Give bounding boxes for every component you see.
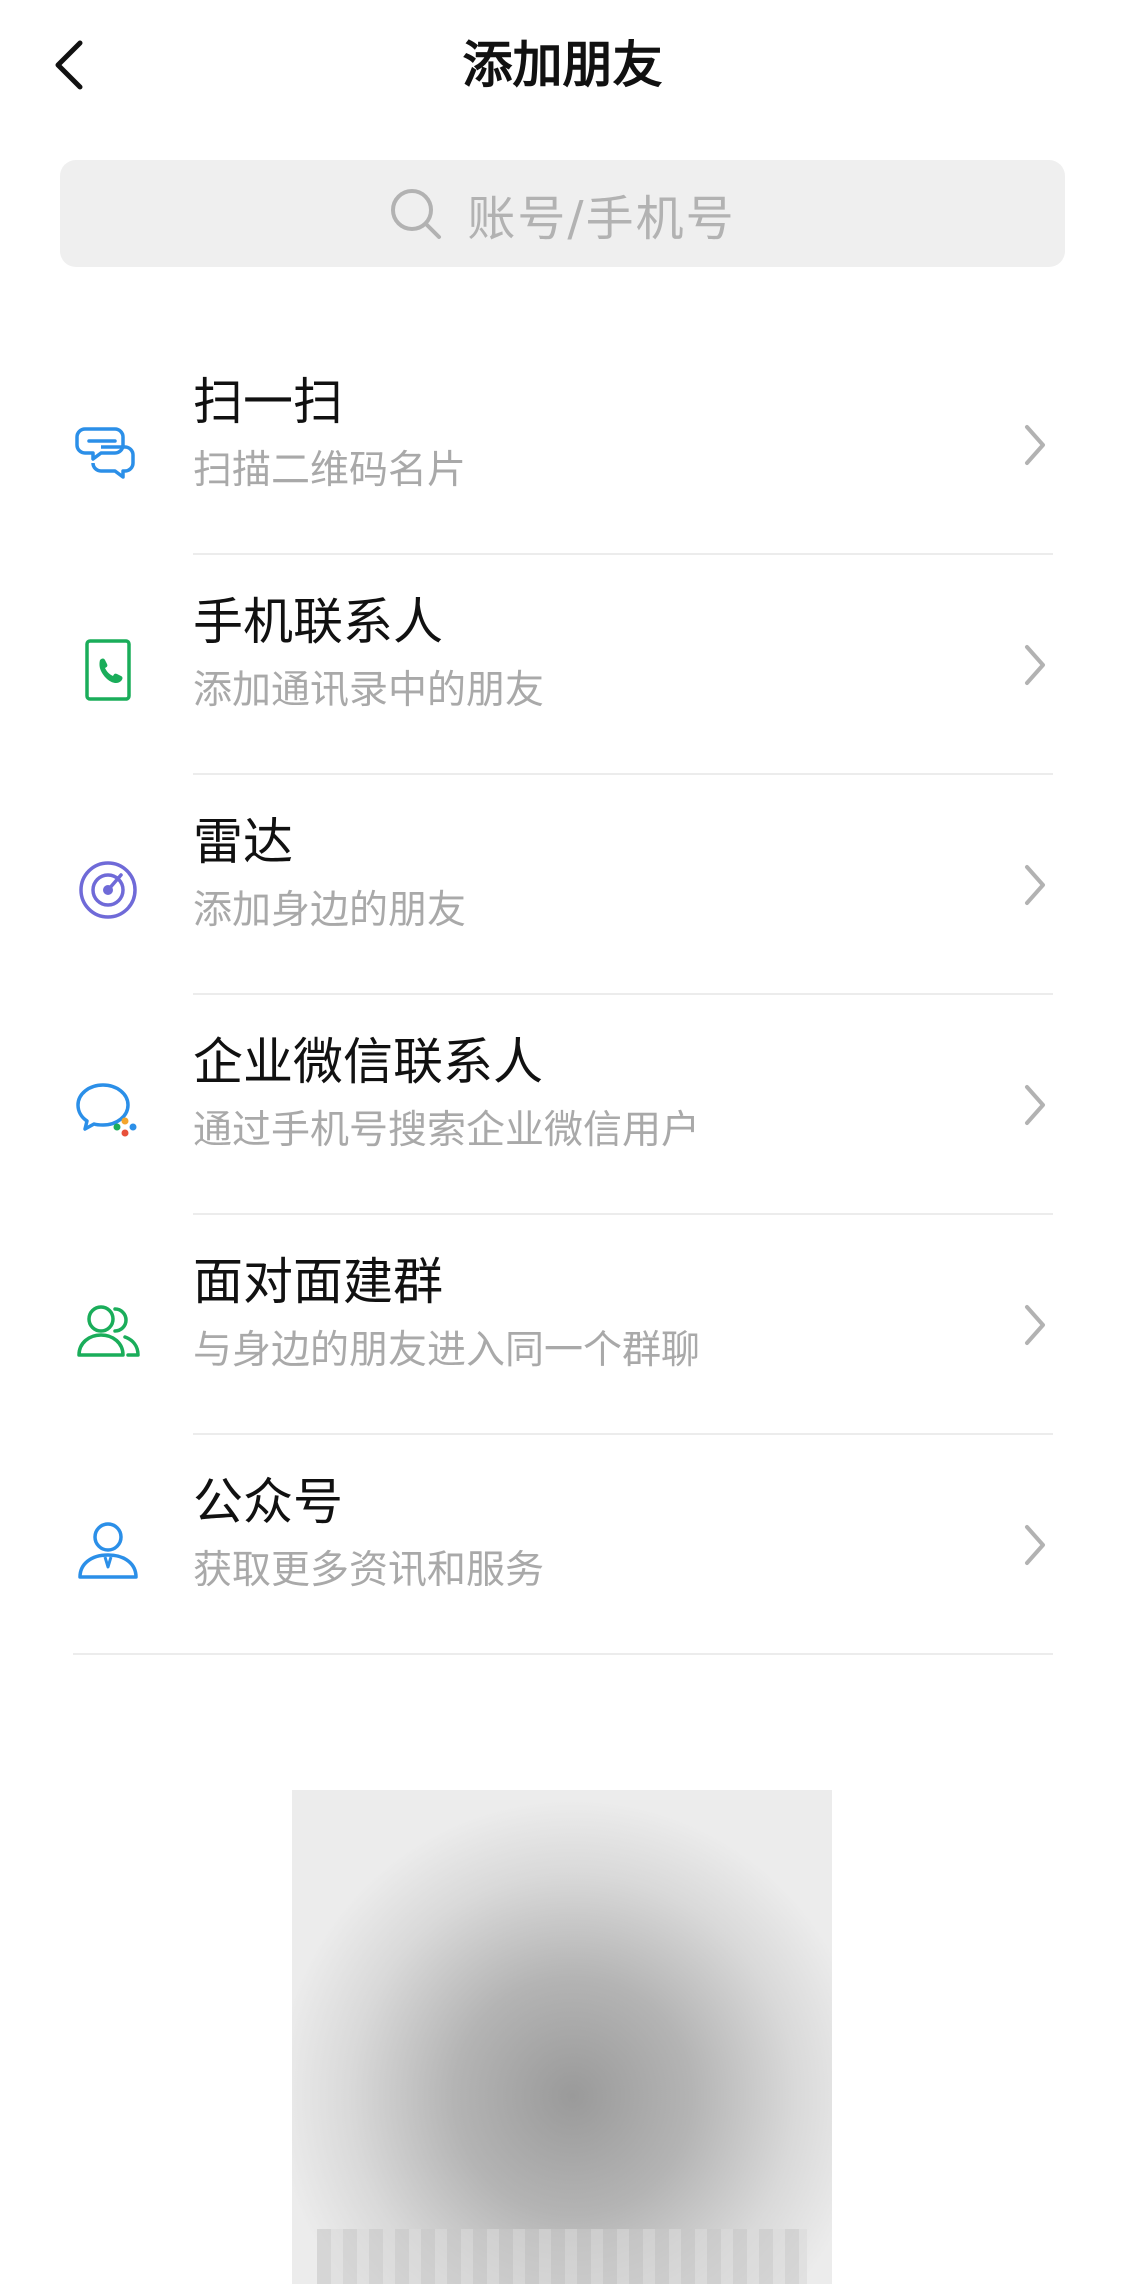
header-bar: 添加朋友 [0, 0, 1125, 130]
wecom-contacts-item[interactable]: 企业微信联系人 通过手机号搜索企业微信用户 [0, 995, 1125, 1215]
chevron-right-icon [1015, 1517, 1055, 1573]
item-label: 公众号 [193, 1473, 343, 1531]
chevron-right-icon [1015, 857, 1055, 913]
item-label: 面对面建群 [193, 1253, 443, 1311]
item-description: 获取更多资讯和服务 [193, 1548, 545, 1593]
search-placeholder: 账号/手机号 [467, 190, 736, 247]
item-description: 添加身边的朋友 [193, 888, 467, 933]
face-to-face-group-item[interactable]: 面对面建群 与身边的朋友进入同一个群聊 [0, 1215, 1125, 1435]
item-label: 手机联系人 [193, 593, 443, 651]
chevron-right-icon [1015, 417, 1055, 473]
search-icon [389, 187, 443, 241]
official-account-icon [73, 1515, 143, 1585]
item-description: 扫描二维码名片 [193, 448, 467, 493]
search-input[interactable]: 账号/手机号 [60, 160, 1065, 267]
item-description: 与身边的朋友进入同一个群聊 [193, 1328, 701, 1373]
scan-item[interactable]: 扫一扫 扫描二维码名片 [0, 335, 1125, 555]
group-icon [73, 1295, 143, 1365]
chevron-right-icon [1015, 1297, 1055, 1353]
chevron-right-icon [1015, 1077, 1055, 1133]
item-label: 雷达 [193, 813, 293, 871]
official-accounts-item[interactable]: 公众号 获取更多资讯和服务 [0, 1435, 1125, 1655]
qr-code-pattern [317, 2229, 807, 2284]
radar-icon [73, 855, 143, 925]
chevron-right-icon [1015, 637, 1055, 693]
item-description: 添加通讯录中的朋友 [193, 668, 545, 713]
scan-icon [73, 415, 143, 485]
wecom-icon [73, 1075, 143, 1145]
item-label: 扫一扫 [193, 373, 343, 431]
divider [73, 1653, 1053, 1655]
qr-code-icon[interactable] [292, 1790, 832, 2284]
radar-item[interactable]: 雷达 添加身边的朋友 [0, 775, 1125, 995]
item-label: 企业微信联系人 [193, 1033, 543, 1091]
page-title: 添加朋友 [462, 36, 663, 94]
add-friend-options-list: 扫一扫 扫描二维码名片 手机联系人 添加通讯录中的朋友 雷达 添加身边的朋友 企… [0, 335, 1125, 1655]
phone-contacts-item[interactable]: 手机联系人 添加通讯录中的朋友 [0, 555, 1125, 775]
phone-contact-icon [73, 635, 143, 705]
item-description: 通过手机号搜索企业微信用户 [193, 1108, 701, 1153]
